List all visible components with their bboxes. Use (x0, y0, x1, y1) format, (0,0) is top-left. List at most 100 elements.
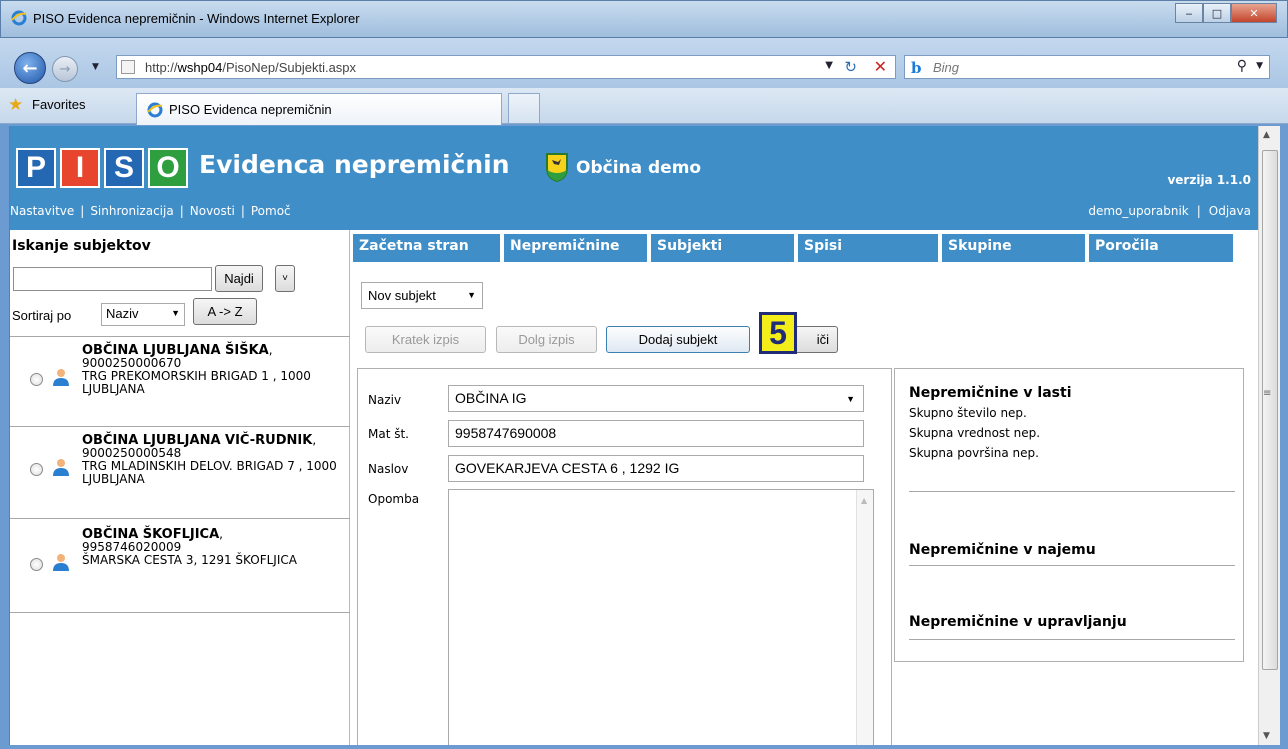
divider (909, 491, 1235, 492)
window-controls: ‒ □ ✕ (1175, 3, 1277, 23)
chevron-down-icon: ▼ (171, 308, 180, 318)
sort-label: Sortiraj po (12, 308, 72, 323)
history-dropdown-icon[interactable]: ▼ (92, 62, 99, 72)
naslov-field[interactable]: GOVEKARJEVA CESTA 6 , 1292 IG (448, 455, 864, 482)
sort-field-select[interactable]: Naziv ▼ (101, 303, 185, 326)
link-novosti[interactable]: Novosti (190, 204, 235, 218)
naziv-select[interactable]: OBČINA IG ▼ (448, 385, 864, 412)
tab-porocila[interactable]: Poročila (1089, 234, 1233, 262)
scroll-down-icon[interactable]: ▼ (1263, 731, 1270, 741)
subject-id: 9000250000670 (82, 356, 182, 370)
piso-logo: P I S O (16, 148, 192, 188)
textarea-scrollbar[interactable]: ▲ (856, 490, 873, 745)
subject-radio[interactable] (30, 463, 43, 476)
scroll-up-icon: ▲ (861, 496, 868, 505)
tab-spisi[interactable]: Spisi (798, 234, 938, 262)
window-titlebar: PISO Evidenca nepremičnin - Windows Inte… (0, 0, 1288, 38)
top-nav-links: Nastavitve | Sinhronizacija | Novosti | Pomoč (10, 204, 291, 218)
person-icon (53, 459, 69, 476)
user-links: demo_uporabnik | Odjava (1088, 204, 1251, 218)
back-button[interactable]: ← (14, 52, 46, 84)
search-panel-title: Iskanje subjektov (12, 238, 151, 254)
subject-info: OBČINA ŠKOFLJICA, 9958746020009 ŠMARSKA … (82, 528, 344, 567)
window-frame (1280, 126, 1288, 749)
back-arrow-icon: ← (22, 57, 38, 79)
subject-address: TRG PREKOMORSKIH BRIGAD 1 , 1000 LJUBLJA… (82, 369, 311, 396)
person-icon (53, 554, 69, 571)
rented-title: Nepremičnine v najemu (909, 542, 1096, 558)
app-title: Evidenca nepremičnin (199, 150, 510, 179)
tab-nepremicnine[interactable]: Nepremičnine (504, 234, 647, 262)
close-button[interactable]: ✕ (1231, 3, 1277, 23)
page-scrollbar[interactable]: ▲ ≡ ▼ (1258, 126, 1280, 745)
property-summary-panel: Nepremičnine v lasti Skupno število nep.… (894, 368, 1244, 662)
refresh-icon[interactable]: ↻ (844, 58, 857, 76)
grip-icon: ≡ (1263, 388, 1272, 399)
url-prefix: http:// (145, 60, 178, 75)
bing-icon: b (911, 59, 922, 77)
favorites-star-icon[interactable]: ★ (8, 95, 23, 115)
subject-form: Naziv OBČINA IG ▼ Mat št. 9958747690008 N… (357, 368, 892, 745)
add-subject-button[interactable]: Dodaj subjekt (606, 326, 750, 353)
subject-radio[interactable] (30, 373, 43, 386)
new-subject-select[interactable]: Nov subjekt ▼ (361, 282, 483, 309)
tab-subjekti[interactable]: Subjekti (651, 234, 794, 262)
search-dropdown-icon[interactable]: ▼ (1256, 61, 1263, 71)
favorites-button[interactable]: Favorites (32, 97, 85, 112)
stop-icon[interactable]: ✕ (874, 57, 887, 76)
logo-letter: I (60, 148, 100, 188)
subject-address: TRG MLADINSKIH DELOV. BRIGAD 7 , 1000 LJ… (82, 459, 337, 486)
naziv-value: OBČINA IG (455, 390, 527, 406)
link-pomoc[interactable]: Pomoč (251, 204, 291, 218)
divider (10, 612, 350, 613)
subject-search-input[interactable] (13, 267, 212, 291)
chevron-down-icon: ▼ (846, 394, 855, 404)
page-viewport: P I S O Evidenca nepremičnin Občina demo… (9, 126, 1258, 745)
naziv-label: Naziv (368, 393, 402, 407)
mat-field[interactable]: 9958747690008 (448, 420, 864, 447)
address-dropdown-icon[interactable]: ▼ (825, 60, 833, 71)
tab-zacetna-stran[interactable]: Začetna stran (353, 234, 500, 262)
owned-title: Nepremičnine v lasti (909, 385, 1072, 401)
long-print-button[interactable]: Dolg izpis (496, 326, 597, 353)
forward-button[interactable]: → (52, 56, 78, 82)
scroll-up-icon[interactable]: ▲ (1263, 130, 1270, 140)
expand-search-button[interactable]: ˅ (275, 265, 295, 292)
search-icon[interactable]: ⚲ (1237, 58, 1247, 74)
subject-radio[interactable] (30, 558, 43, 571)
logo-letter: O (148, 148, 188, 188)
new-subject-value: Nov subjekt (368, 288, 436, 303)
tab-skupine[interactable]: Skupine (942, 234, 1085, 262)
managed-title: Nepremičnine v upravljanju (909, 614, 1127, 630)
search-input[interactable]: Bing (933, 60, 959, 75)
short-print-button[interactable]: Kratek izpis (365, 326, 486, 353)
sort-order-button[interactable]: A -> Z (193, 298, 257, 325)
new-tab-button[interactable] (508, 93, 540, 123)
maximize-button[interactable]: □ (1203, 3, 1231, 23)
minimize-button[interactable]: ‒ (1175, 3, 1203, 23)
search-box[interactable]: b Bing ⚲ ▼ (904, 55, 1270, 79)
forward-arrow-icon: → (59, 61, 71, 77)
subject-info: OBČINA LJUBLJANA VIČ-RUDNIK, 90002500005… (82, 434, 344, 486)
divider (909, 565, 1235, 566)
logout-link[interactable]: Odjava (1209, 204, 1251, 218)
find-button[interactable]: Najdi (215, 265, 263, 292)
divider (10, 518, 350, 519)
ie-icon (11, 10, 27, 26)
owned-count: Skupno število nep. (909, 406, 1027, 420)
link-nastavitve[interactable]: Nastavitve (10, 204, 74, 218)
url-path: /PisoNep/Subjekti.aspx (222, 60, 357, 75)
link-sinhronizacija[interactable]: Sinhronizacija (90, 204, 173, 218)
user-name[interactable]: demo_uporabnik (1088, 204, 1188, 218)
subject-id: 9000250000548 (82, 446, 182, 460)
page-icon (121, 60, 135, 74)
browser-tab[interactable]: PISO Evidenca nepremičnin (136, 93, 502, 125)
opomba-textarea[interactable]: ▲ (448, 489, 874, 745)
address-url[interactable]: http://wshp04/PisoNep/Subjekti.aspx (145, 60, 356, 75)
subject-id: 9958746020009 (82, 540, 182, 554)
version-label: verzija 1.1.0 (1167, 173, 1251, 187)
ie-icon (147, 102, 163, 118)
address-bar[interactable]: http://wshp04/PisoNep/Subjekti.aspx ▼ ↻ … (116, 55, 896, 79)
divider (909, 639, 1235, 640)
scrollbar-thumb[interactable] (1262, 150, 1278, 670)
